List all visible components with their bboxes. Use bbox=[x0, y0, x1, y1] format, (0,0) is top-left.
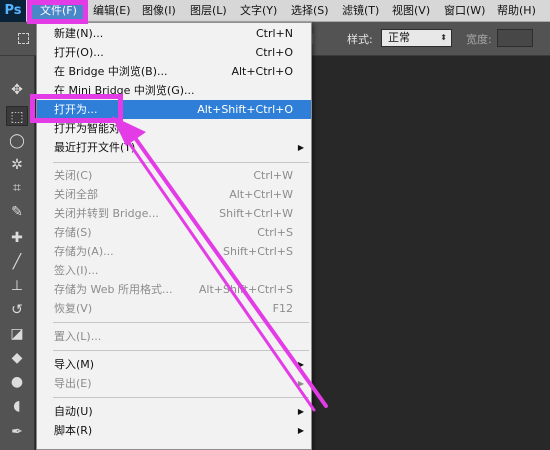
menu-bar: Ps 文件(F) 编辑(E) 图像(I) 图层(L) 文字(Y) 选择(S) 滤… bbox=[0, 0, 550, 22]
pen-tool-icon[interactable]: ✒ bbox=[6, 422, 28, 442]
menu-item-save-for-web[interactable]: 存储为 Web 所用格式... Alt+Shift+Ctrl+S bbox=[37, 280, 311, 299]
move-tool-icon[interactable]: ✥ bbox=[6, 80, 28, 100]
file-menu-dropdown: 新建(N)... Ctrl+N 打开(O)... Ctrl+O 在 Bridge… bbox=[36, 22, 312, 450]
brush-tool-icon[interactable]: ╱ bbox=[6, 252, 28, 272]
menu-type[interactable]: 文字(Y) bbox=[240, 0, 277, 22]
menu-window[interactable]: 窗口(W) bbox=[444, 0, 485, 22]
menu-item-check-in[interactable]: 签入(I)... bbox=[37, 261, 311, 280]
menu-item-new[interactable]: 新建(N)... Ctrl+N bbox=[37, 24, 311, 43]
menu-separator bbox=[53, 350, 309, 351]
style-select-value: 正常 bbox=[388, 31, 410, 44]
photoshop-logo: Ps bbox=[0, 0, 26, 22]
style-select[interactable]: 正常 ⬍ bbox=[381, 29, 452, 47]
menu-view[interactable]: 视图(V) bbox=[392, 0, 430, 22]
width-label: 宽度: bbox=[466, 33, 492, 46]
menu-item-close[interactable]: 关闭(C) Ctrl+W bbox=[37, 166, 311, 185]
menu-filter[interactable]: 滤镜(T) bbox=[342, 0, 379, 22]
width-field[interactable] bbox=[497, 29, 533, 47]
submenu-arrow-icon: ▶ bbox=[297, 379, 304, 388]
blur-tool-icon[interactable]: ● bbox=[6, 372, 28, 392]
menu-help[interactable]: 帮助(H) bbox=[497, 0, 536, 22]
submenu-arrow-icon: ▶ bbox=[297, 143, 304, 152]
document-canvas-area bbox=[312, 56, 550, 450]
menu-item-open-as[interactable]: 打开为... Alt+Shift+Ctrl+O bbox=[37, 100, 311, 119]
menu-layer[interactable]: 图层(L) bbox=[190, 0, 227, 22]
menu-select[interactable]: 选择(S) bbox=[291, 0, 329, 22]
submenu-arrow-icon: ▶ bbox=[297, 360, 304, 369]
menu-item-automate[interactable]: 自动(U) ▶ bbox=[37, 402, 311, 421]
clone-stamp-tool-icon[interactable]: ⊥ bbox=[6, 276, 28, 296]
eyedropper-tool-icon[interactable]: ✎ bbox=[6, 202, 28, 222]
menu-item-revert[interactable]: 恢复(V) F12 bbox=[37, 299, 311, 318]
submenu-arrow-icon: ▶ bbox=[297, 426, 304, 435]
menu-item-place[interactable]: 置入(L)... bbox=[37, 327, 311, 346]
tools-panel: ✥ ⬚ ◯ ✲ ⌗ ✎ ✚ ╱ ⊥ ↺ ◪ ◆ ● ◖ ✒ bbox=[0, 56, 35, 450]
marquee-tool-icon[interactable]: ⬚ bbox=[6, 106, 28, 126]
marquee-options-icon[interactable] bbox=[18, 33, 29, 44]
style-label: 样式: bbox=[347, 33, 373, 46]
menu-separator bbox=[53, 397, 309, 398]
menu-item-open-as-smart-object[interactable]: 打开为智能对象... bbox=[37, 119, 311, 138]
menu-item-import[interactable]: 导入(M) ▶ bbox=[37, 355, 311, 374]
menu-image[interactable]: 图像(I) bbox=[142, 0, 176, 22]
healing-tool-icon[interactable]: ✚ bbox=[6, 228, 28, 248]
history-brush-tool-icon[interactable]: ↺ bbox=[6, 300, 28, 320]
submenu-arrow-icon: ▶ bbox=[297, 407, 304, 416]
paint-bucket-tool-icon[interactable]: ◆ bbox=[6, 348, 28, 368]
menu-item-browse-in-bridge[interactable]: 在 Bridge 中浏览(B)... Alt+Ctrl+O bbox=[37, 62, 311, 81]
menu-separator bbox=[53, 162, 309, 163]
menu-separator bbox=[53, 322, 309, 323]
magic-wand-tool-icon[interactable]: ✲ bbox=[6, 155, 28, 175]
menu-item-open-recent[interactable]: 最近打开文件(T) ▶ bbox=[37, 138, 311, 157]
menu-item-save-as[interactable]: 存储为(A)... Shift+Ctrl+S bbox=[37, 242, 311, 261]
menu-file[interactable]: 文件(F) bbox=[30, 0, 86, 22]
menu-item-close-and-go-to-bridge[interactable]: 关闭并转到 Bridge... Shift+Ctrl+W bbox=[37, 204, 311, 223]
menu-item-save[interactable]: 存储(S) Ctrl+S bbox=[37, 223, 311, 242]
menu-item-close-all[interactable]: 关闭全部 Alt+Ctrl+W bbox=[37, 185, 311, 204]
menu-item-browse-in-mini-bridge[interactable]: 在 Mini Bridge 中浏览(G)... bbox=[37, 81, 311, 100]
chevron-updown-icon: ⬍ bbox=[440, 33, 447, 42]
lasso-tool-icon[interactable]: ◯ bbox=[6, 131, 28, 151]
eraser-tool-icon[interactable]: ◪ bbox=[6, 324, 28, 344]
menu-item-scripts[interactable]: 脚本(R) ▶ bbox=[37, 421, 311, 440]
menu-item-export[interactable]: 导出(E) ▶ bbox=[37, 374, 311, 393]
menu-edit[interactable]: 编辑(E) bbox=[93, 0, 131, 22]
menu-item-open[interactable]: 打开(O)... Ctrl+O bbox=[37, 43, 311, 62]
crop-tool-icon[interactable]: ⌗ bbox=[6, 178, 28, 198]
dodge-tool-icon[interactable]: ◖ bbox=[6, 396, 28, 416]
